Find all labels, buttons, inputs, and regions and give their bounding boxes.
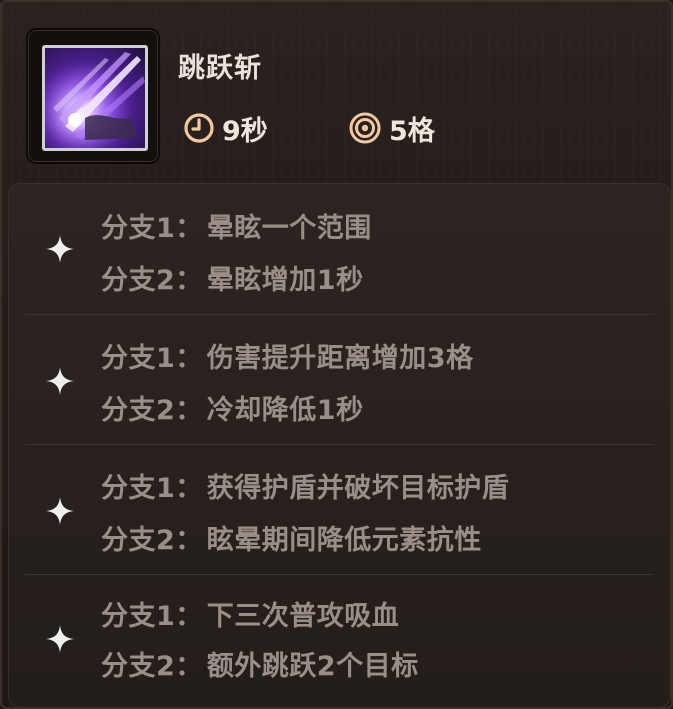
branch-option-1: 分支1： 晕眩一个范围 xyxy=(101,206,372,245)
row-divider xyxy=(25,574,654,575)
branch-1-text: 伤害提升距离增加3格 xyxy=(206,343,474,374)
sparkle-icon xyxy=(46,235,74,263)
skill-tooltip-panel: 跳跃斩 9秒 5格 分支1： 晕眩一个范围 分支2： 晕眩增加1秒 分支1： 伤… xyxy=(0,0,673,709)
branch-2-text: 眩晕期间降低元素抗性 xyxy=(206,525,482,556)
sparkle-icon xyxy=(46,497,74,525)
branch-row: 分支1： 获得护盾并破坏目标护盾 分支2： 眩晕期间降低元素抗性 xyxy=(9,444,670,574)
branch-1-label: 分支1： xyxy=(101,601,203,632)
row-divider xyxy=(25,314,654,315)
branch-row: 分支1： 伤害提升距离增加3格 分支2： 冷却降低1秒 xyxy=(9,314,670,444)
branch-1-text: 获得护盾并破坏目标护盾 xyxy=(206,473,510,504)
branch-1-label: 分支1： xyxy=(101,343,203,374)
purple-slash-skill-icon xyxy=(42,45,148,151)
branch-2-label: 分支2： xyxy=(101,265,203,296)
branch-option-2: 分支2： 眩晕期间降低元素抗性 xyxy=(101,518,482,557)
clock-icon xyxy=(184,113,214,143)
branch-2-label: 分支2： xyxy=(101,395,203,426)
row-divider xyxy=(25,444,654,445)
range-value: 5格 xyxy=(389,115,435,147)
skill-header: 跳跃斩 9秒 5格 xyxy=(2,2,671,180)
range-stat: 5格 xyxy=(347,108,435,148)
target-icon xyxy=(349,112,381,144)
skill-name: 跳跃斩 xyxy=(178,53,262,84)
branch-option-2: 分支2： 冷却降低1秒 xyxy=(101,388,364,427)
sparkle-icon xyxy=(46,367,74,395)
sparkle-icon xyxy=(46,625,74,653)
branch-option-1: 分支1： 下三次普攻吸血 xyxy=(101,594,399,633)
branch-2-text: 额外跳跃2个目标 xyxy=(206,651,419,682)
branch-option-2: 分支2： 额外跳跃2个目标 xyxy=(101,644,419,683)
branch-option-1: 分支1： 伤害提升距离增加3格 xyxy=(101,336,474,375)
cooldown-stat: 9秒 xyxy=(182,108,268,148)
branch-option-1: 分支1： 获得护盾并破坏目标护盾 xyxy=(101,466,509,505)
branch-row: 分支1： 晕眩一个范围 分支2： 晕眩增加1秒 xyxy=(9,184,670,314)
branch-2-text: 晕眩增加1秒 xyxy=(206,265,364,296)
branch-1-text: 下三次普攻吸血 xyxy=(206,601,400,632)
branch-1-text: 晕眩一个范围 xyxy=(206,213,372,244)
branch-1-label: 分支1： xyxy=(101,213,203,244)
branch-list: 分支1： 晕眩一个范围 分支2： 晕眩增加1秒 分支1： 伤害提升距离增加3格 分支2… xyxy=(8,183,671,708)
cooldown-value: 9秒 xyxy=(222,115,268,147)
branch-2-label: 分支2： xyxy=(101,651,203,682)
branch-2-text: 冷却降低1秒 xyxy=(206,395,364,426)
branch-2-label: 分支2： xyxy=(101,525,203,556)
branch-option-2: 分支2： 晕眩增加1秒 xyxy=(101,258,364,297)
slash-art-icon xyxy=(45,48,145,148)
skill-icon-frame xyxy=(26,28,160,164)
branch-row: 分支1： 下三次普攻吸血 分支2： 额外跳跃2个目标 xyxy=(9,574,670,704)
branch-1-label: 分支1： xyxy=(101,473,203,504)
